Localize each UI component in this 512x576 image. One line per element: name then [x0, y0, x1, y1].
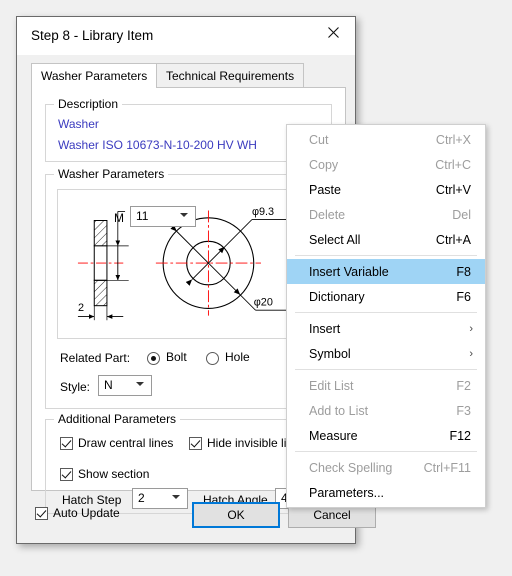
menu-item-label: Symbol — [309, 346, 351, 361]
chevron-right-icon: › — [469, 347, 473, 360]
menu-item-label: Parameters... — [309, 485, 385, 500]
style-value: N — [104, 378, 113, 392]
menu-item-symbol[interactable]: Symbol › — [287, 341, 485, 366]
m-value-dropdown[interactable]: 11 — [130, 206, 196, 227]
menu-item-label: Cut — [309, 132, 329, 147]
menu-item-label: Insert Variable — [309, 264, 389, 279]
m-value: 11 — [136, 209, 149, 223]
menu-item-label: Insert — [309, 321, 341, 336]
tab-label: Technical Requirements — [166, 68, 295, 83]
checkbox-draw-central-lines-label: Draw central lines — [78, 436, 174, 450]
inner-diameter-dimension-label: φ9.3 — [252, 206, 274, 218]
menu-item-label: Copy — [309, 157, 339, 172]
close-icon[interactable] — [311, 17, 355, 47]
chevron-right-icon: › — [469, 322, 473, 335]
menu-item-edit-list: Edit List F2 — [287, 373, 485, 398]
description-group-title: Description — [54, 97, 123, 111]
cancel-button-label: Cancel — [313, 508, 351, 522]
menu-item-label: Dictionary — [309, 289, 365, 304]
description-line-2[interactable]: Washer ISO 10673-N-10-200 HV WH — [58, 138, 257, 152]
menu-item-accelerator: Ctrl+C — [435, 157, 471, 172]
menu-item-measure[interactable]: Measure F12 — [287, 423, 485, 448]
menu-item-accelerator: Del — [452, 207, 471, 222]
menu-item-label: Delete — [309, 207, 346, 222]
tabstrip: Washer Parameters Technical Requirements — [31, 63, 346, 88]
menu-item-delete: Delete Del — [287, 202, 485, 227]
radio-hole[interactable] — [206, 352, 219, 365]
menu-separator — [295, 255, 477, 256]
checkbox-show-section-label: Show section — [78, 467, 150, 481]
additional-parameters-group-title: Additional Parameters — [54, 412, 181, 426]
menu-item-label: Paste — [309, 182, 341, 197]
menu-item-accelerator: Ctrl+X — [435, 132, 471, 147]
menu-item-label: Add to List — [309, 403, 369, 418]
thickness-dimension-label: 2 — [78, 302, 84, 314]
style-dropdown[interactable]: N — [98, 375, 152, 396]
menu-separator — [295, 369, 477, 370]
menu-separator — [295, 312, 477, 313]
close-glyph — [327, 26, 339, 38]
menu-item-accelerator: F3 — [456, 403, 471, 418]
menu-item-accelerator: F6 — [456, 289, 471, 304]
checkbox-show-section[interactable] — [60, 468, 73, 481]
menu-item-label: Check Spelling — [309, 460, 393, 475]
dialog-title: Step 8 - Library Item — [31, 28, 154, 43]
menu-item-accelerator: F12 — [449, 428, 471, 443]
menu-item-accelerator: F2 — [456, 378, 471, 393]
menu-item-dictionary[interactable]: Dictionary F6 — [287, 284, 485, 309]
menu-item-cut: Cut Ctrl+X — [287, 127, 485, 152]
menu-item-paste[interactable]: Paste Ctrl+V — [287, 177, 485, 202]
context-menu: Cut Ctrl+X Copy Ctrl+C Paste Ctrl+V Delete Del S… — [286, 124, 486, 508]
related-part-label: Related Part: — [60, 351, 131, 365]
menu-item-accelerator: Ctrl+F11 — [423, 460, 471, 475]
m-label: M — [114, 211, 124, 225]
radio-bolt-label: Bolt — [166, 350, 187, 364]
chevron-down-icon — [180, 212, 189, 221]
ok-button-label: OK — [227, 508, 245, 522]
chevron-down-icon — [136, 381, 145, 390]
menu-separator — [295, 451, 477, 452]
menu-item-parameters[interactable]: Parameters... — [287, 480, 485, 505]
menu-item-check-spelling: Check Spelling Ctrl+F11 — [287, 455, 485, 480]
tab-washer-parameters[interactable]: Washer Parameters — [31, 63, 158, 88]
menu-item-accelerator: F8 — [456, 264, 471, 279]
washer-parameters-group-title: Washer Parameters — [54, 167, 169, 181]
radio-hole-label: Hole — [225, 350, 250, 364]
checkbox-auto-update-label: Auto Update — [53, 506, 120, 520]
menu-item-label: Select All — [309, 232, 361, 247]
menu-item-label: Edit List — [309, 378, 354, 393]
checkbox-auto-update[interactable] — [35, 507, 48, 520]
ok-button[interactable]: OK — [192, 502, 280, 528]
dialog-titlebar: Step 8 - Library Item — [17, 17, 355, 55]
menu-item-label: Measure — [309, 428, 358, 443]
menu-item-insert[interactable]: Insert › — [287, 316, 485, 341]
outer-diameter-dimension-label: φ20 — [254, 297, 273, 309]
tab-technical-requirements[interactable]: Technical Requirements — [156, 63, 305, 87]
checkbox-hide-invisible-lines[interactable] — [189, 437, 202, 450]
menu-item-insert-variable[interactable]: Insert Variable F8 — [287, 259, 485, 284]
description-line-1[interactable]: Washer — [58, 117, 99, 131]
washer-drawing-frame: 2 φ9.3 φ20 M 11 — [57, 189, 320, 339]
menu-item-copy: Copy Ctrl+C — [287, 152, 485, 177]
menu-item-accelerator: Ctrl+V — [435, 182, 471, 197]
style-label: Style: — [60, 380, 91, 394]
radio-bolt[interactable] — [147, 352, 160, 365]
menu-item-select-all[interactable]: Select All Ctrl+A — [287, 227, 485, 252]
tab-label: Washer Parameters — [41, 69, 148, 83]
menu-item-add-to-list: Add to List F3 — [287, 398, 485, 423]
menu-item-accelerator: Ctrl+A — [435, 232, 471, 247]
checkbox-draw-central-lines[interactable] — [60, 437, 73, 450]
